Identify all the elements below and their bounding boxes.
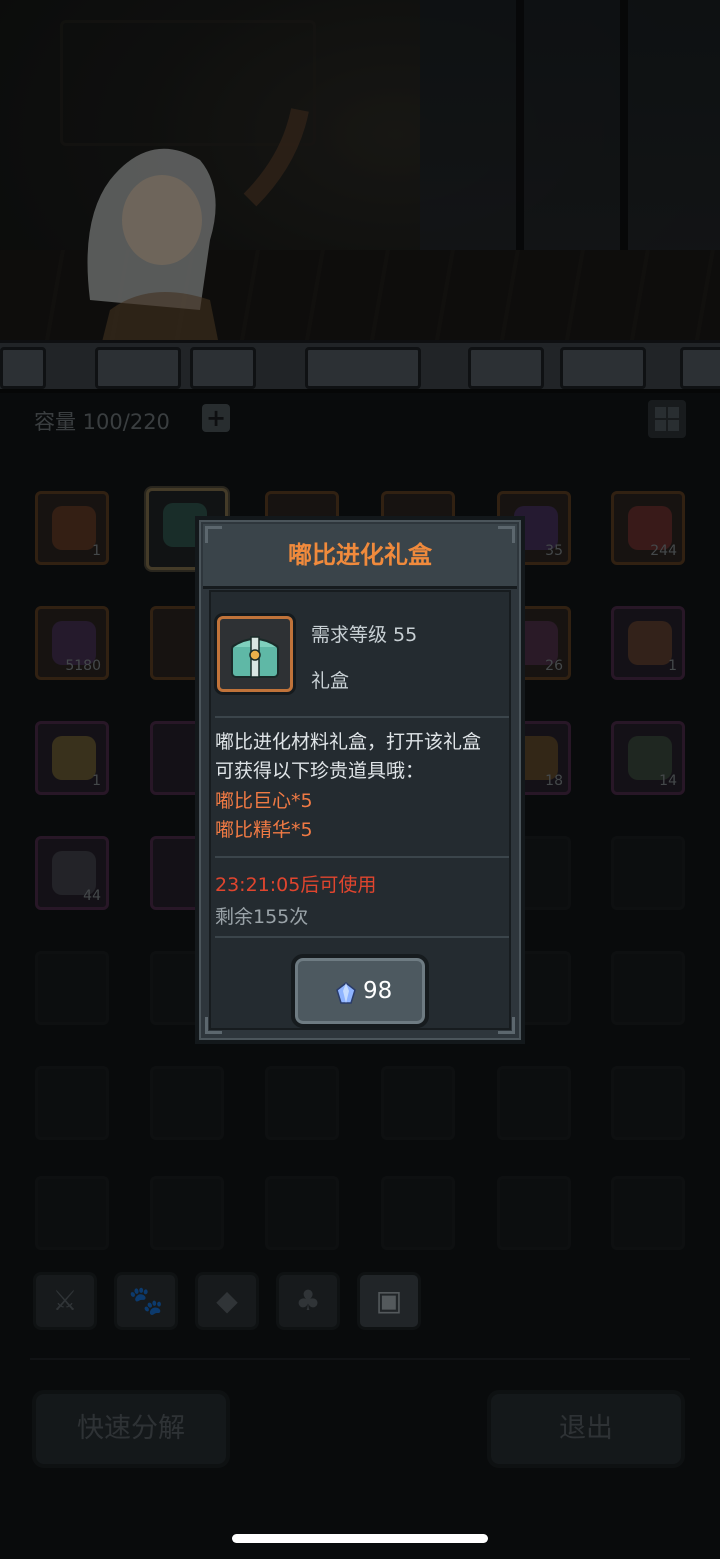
- separator: [215, 716, 509, 718]
- reward-item: 嘟比精华*5: [215, 819, 313, 841]
- item-description: 嘟比进化材料礼盒，打开该礼盒 可获得以下珍贵道具哦：: [215, 728, 509, 786]
- required-level: 需求等级 55: [311, 624, 418, 646]
- dialog-body: 需求等级 55 礼盒 嘟比进化材料礼盒，打开该礼盒 可获得以下珍贵道具哦： 嘟比…: [209, 590, 511, 1030]
- description-line: 可获得以下珍贵道具哦：: [215, 760, 425, 782]
- reward-item: 嘟比巨心*5: [215, 790, 313, 812]
- use-item-button[interactable]: 98: [291, 954, 429, 1028]
- item-detail-dialog: 嘟比进化礼盒 需求等级 55 礼盒 嘟比进化材料礼盒，打开该礼盒 可获得以下珍贵…: [195, 516, 525, 1044]
- corner-ornament: [498, 526, 515, 543]
- corner-ornament: [205, 526, 222, 543]
- crystal-icon: [336, 982, 356, 1004]
- home-indicator[interactable]: [232, 1534, 488, 1543]
- separator: [215, 936, 509, 938]
- dialog-header: 嘟比进化礼盒: [203, 524, 517, 589]
- cost-amount: 98: [363, 978, 393, 1004]
- item-type: 礼盒: [311, 670, 350, 692]
- separator: [215, 856, 509, 858]
- dialog-title: 嘟比进化礼盒: [288, 541, 432, 569]
- description-line: 嘟比进化材料礼盒，打开该礼盒: [215, 731, 482, 753]
- cooldown-timer: 23:21:05后可使用: [215, 874, 377, 896]
- remaining-uses: 剩余155次: [215, 906, 309, 928]
- gift-box-icon: [217, 616, 293, 692]
